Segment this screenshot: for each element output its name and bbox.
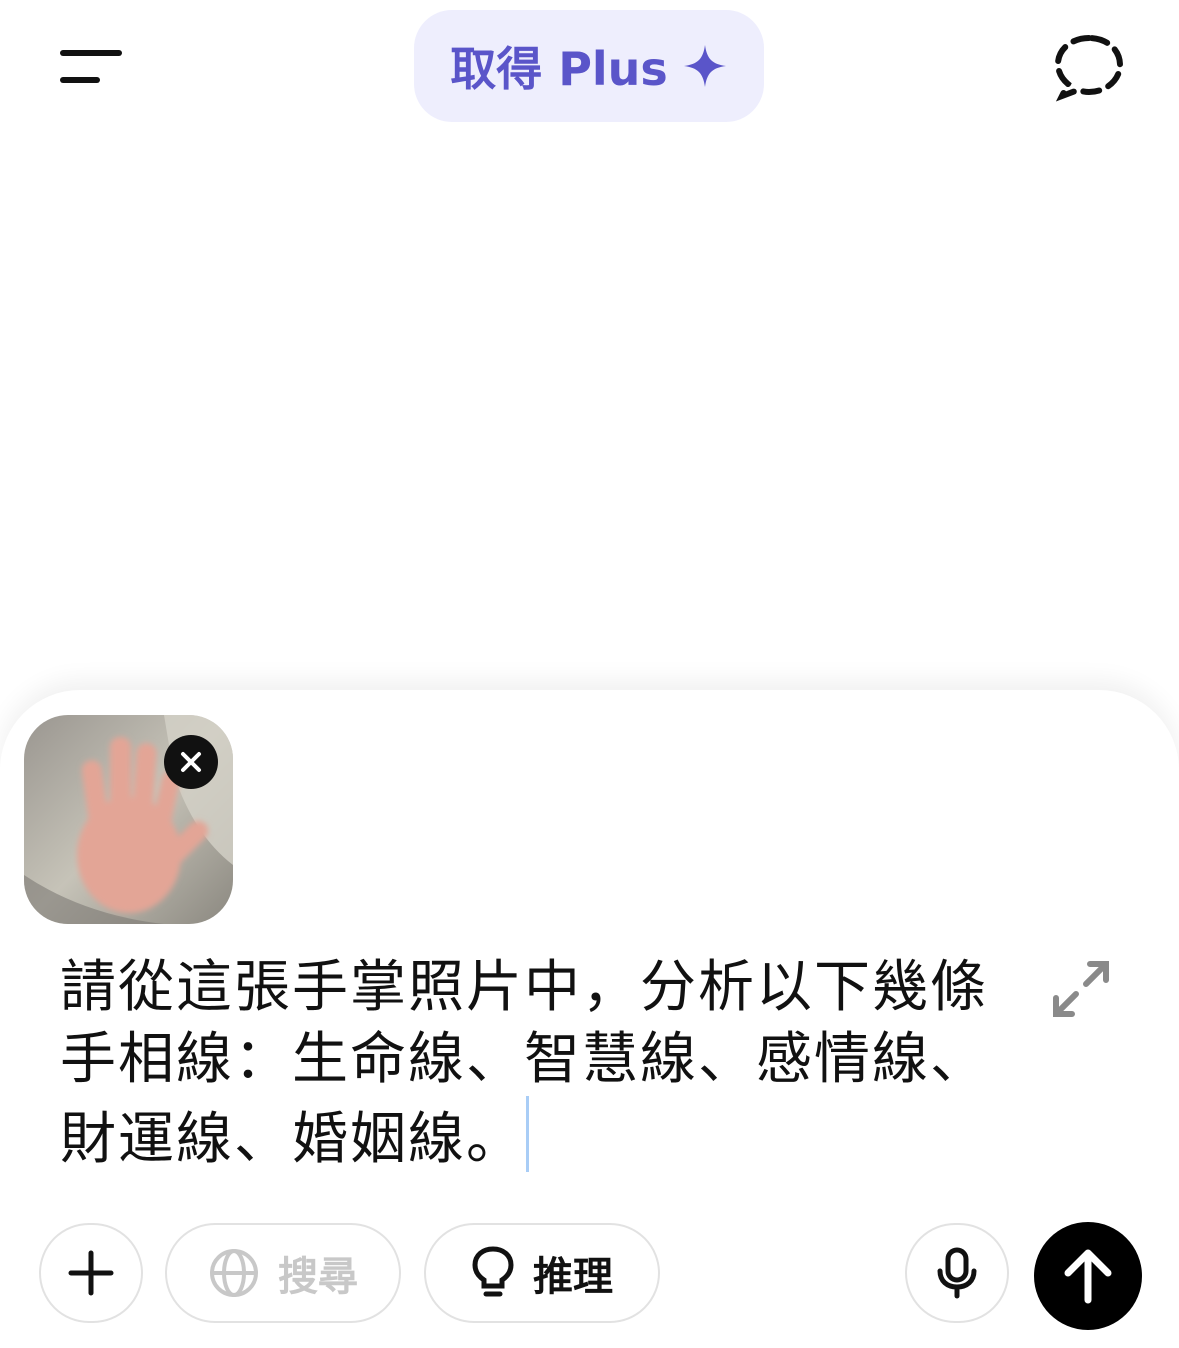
add-button[interactable] xyxy=(39,1223,143,1323)
lightbulb-icon xyxy=(472,1246,514,1297)
remove-attachment-button[interactable] xyxy=(164,735,218,789)
arrow-up-icon xyxy=(1064,1249,1112,1304)
reason-label: 推理 xyxy=(533,1254,613,1300)
sparkle-icon xyxy=(683,45,726,87)
plus-icon xyxy=(68,1250,114,1296)
globe-icon xyxy=(210,1249,258,1297)
prompt-line: 手相線：生命線、智慧線、感情線、 xyxy=(60,1027,988,1092)
expand-input-button[interactable] xyxy=(1050,958,1112,1020)
temporary-chat-button[interactable] xyxy=(1050,32,1128,104)
send-button[interactable] xyxy=(1034,1222,1142,1330)
get-plus-label: 取得 Plus xyxy=(450,42,668,96)
prompt-line: 請從這張手掌照片中，分析以下幾條 xyxy=(60,955,988,1020)
microphone-icon xyxy=(937,1247,977,1299)
search-button[interactable]: 搜尋 xyxy=(165,1223,401,1323)
menu-button[interactable] xyxy=(52,38,132,98)
dashed-chat-bubble-icon xyxy=(1054,34,1124,102)
text-caret xyxy=(526,1096,529,1172)
get-plus-button[interactable]: 取得 Plus xyxy=(414,10,764,122)
attached-image-thumbnail[interactable] xyxy=(24,715,233,924)
composer: 請從這張手掌照片中，分析以下幾條 手相線：生命線、智慧線、感情線、 財運線、婚姻… xyxy=(0,690,1179,1348)
prompt-input[interactable]: 請從這張手掌照片中，分析以下幾條 手相線：生命線、智慧線、感情線、 財運線、婚姻… xyxy=(60,952,990,1176)
microphone-button[interactable] xyxy=(905,1223,1009,1323)
expand-icon xyxy=(1053,961,1109,1017)
search-label: 搜尋 xyxy=(278,1254,358,1300)
prompt-line: 財運線、婚姻線。 xyxy=(60,1107,524,1172)
top-bar: 取得 Plus xyxy=(0,0,1179,140)
close-icon xyxy=(181,752,201,772)
reason-button[interactable]: 推理 xyxy=(424,1223,660,1323)
